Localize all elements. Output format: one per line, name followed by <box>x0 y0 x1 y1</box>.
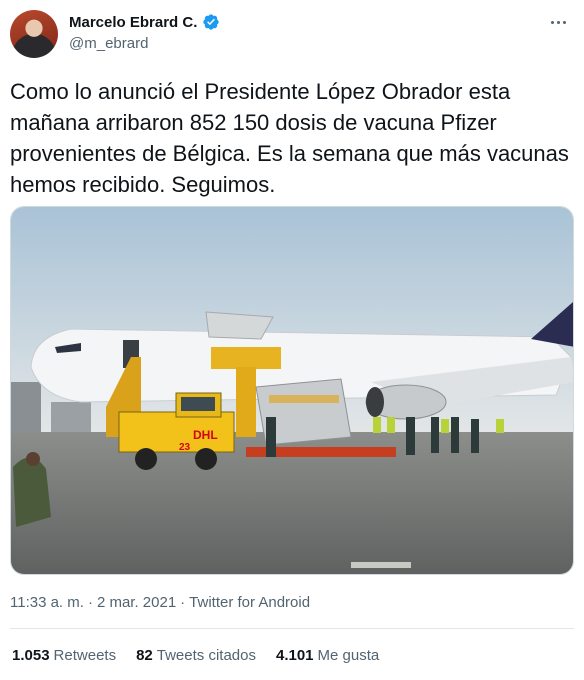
divider <box>10 628 574 629</box>
avatar[interactable] <box>10 10 58 58</box>
retweets-label: Retweets <box>53 647 117 664</box>
meta-separator: · <box>87 594 93 611</box>
likes-label: Me gusta <box>317 647 380 664</box>
more-options-icon[interactable] <box>548 12 568 32</box>
dhl-logo: DHL <box>193 428 218 442</box>
author-display-name[interactable]: Marcelo Ebrard C. <box>69 14 197 31</box>
tweet-meta: 11:33 a. m. · 2 mar. 2021 · Twitter for … <box>10 594 310 611</box>
vehicle-number: 23 <box>179 442 191 453</box>
quotes-label: Tweets citados <box>156 647 256 664</box>
tweet-header: Marcelo Ebrard C. @m_ebrard <box>0 0 584 70</box>
tweet-time[interactable]: 11:33 a. m. <box>10 594 84 611</box>
engagement-stats: 1.053 Retweets 82 Tweets citados 4.101 M… <box>12 647 379 664</box>
likes-count: 4.101 <box>275 647 314 664</box>
verified-badge-icon <box>203 14 220 30</box>
tweet-text: Como lo anunció el Presidente López Obra… <box>10 79 569 197</box>
author-name-row: Marcelo Ebrard C. <box>69 13 220 31</box>
meta-separator: · <box>180 594 186 611</box>
tweet-photo[interactable]: DHL 23 <box>10 206 574 575</box>
quotes-count: 82 <box>136 647 153 664</box>
quotes-stat[interactable]: 82 Tweets citados <box>136 647 256 664</box>
likes-stat[interactable]: 4.101 Me gusta <box>276 647 379 664</box>
retweets-stat[interactable]: 1.053 Retweets <box>12 647 116 664</box>
photo-illustration: DHL 23 <box>11 207 573 574</box>
tweet-source[interactable]: Twitter for Android <box>189 594 310 611</box>
retweets-count: 1.053 <box>12 647 50 664</box>
tweet-date[interactable]: 2 mar. 2021 <box>97 594 176 611</box>
author-handle[interactable]: @m_ebrard <box>69 35 148 52</box>
